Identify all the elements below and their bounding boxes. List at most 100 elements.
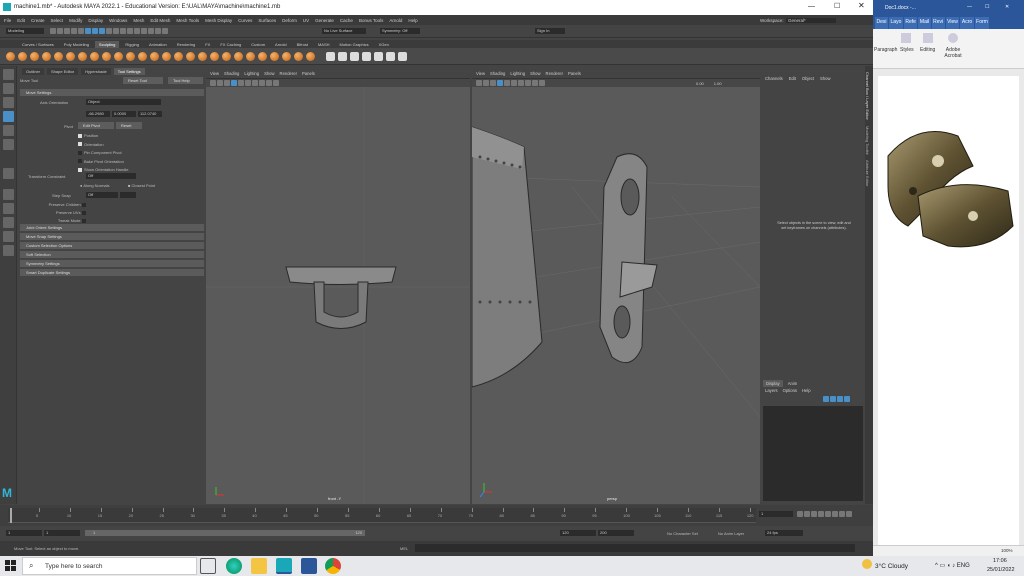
shelf-tab-xgen[interactable]: XGen [375,41,393,48]
closest-point-radio[interactable]: ■ Closest Point [128,183,155,188]
lattice-icon[interactable] [337,51,347,61]
current-frame-field[interactable]: 1 [759,511,793,517]
shadows2-icon[interactable] [518,80,524,86]
snap-curve-icon[interactable] [113,28,119,34]
go-start-icon[interactable] [797,511,803,517]
shadows-icon[interactable] [252,80,258,86]
menu-surfaces[interactable]: Surfaces [258,18,276,23]
shelf-tab-custom[interactable]: Custom [247,41,269,48]
joint-orient-settings-section[interactable]: Joint Orient Settings [20,224,204,231]
ao-icon[interactable] [259,80,265,86]
shelf-tab-poly-modeling[interactable]: Poly Modeling [60,41,93,48]
repeat-brush-icon[interactable] [101,51,111,61]
tool-help-button[interactable]: Tool Help [168,77,203,84]
word-tab-acrobat[interactable]: Acro [960,17,974,29]
smart-duplicate-settings-section[interactable]: Smart Duplicate Settings [20,269,204,276]
move-tool-icon[interactable] [3,111,14,122]
vp2-menu-renderer[interactable]: Renderer [546,71,563,76]
vp-menu-lighting[interactable]: Lighting [244,71,259,76]
mode-select[interactable]: Modeling [6,28,44,34]
word-tab-review[interactable]: Revi [931,17,945,29]
layout-two-icon[interactable] [3,217,14,228]
shelf-tab-sculpting[interactable]: Sculpting [94,40,120,48]
shelf-tab-curves-surfaces[interactable]: Curves / Surfaces [18,41,58,48]
menu-generate[interactable]: Generate [315,18,334,23]
fps-select[interactable]: 24 fps [765,530,803,536]
next-key-icon[interactable] [832,511,838,517]
layer-menu-layers[interactable]: Layers [765,388,778,393]
range-bar[interactable]: 1 120 [85,530,365,536]
menu-deform[interactable]: Deform [282,18,297,23]
select-object-icon[interactable] [92,28,98,34]
playback-start-field[interactable]: 1 [44,530,80,536]
menu-create[interactable]: Create [31,18,45,23]
word-minimize-icon[interactable]: — [967,4,972,10]
clock-date[interactable]: 25/01/2022 [987,567,1015,573]
tab-shape-editor[interactable]: Shape Editor [47,68,79,75]
bake-pivot-orientation-checkbox[interactable]: Bake Pivot Orientation [78,158,128,167]
menu-bonus-tools[interactable]: Bonus Tools [359,18,383,23]
styles-icon[interactable] [901,33,911,43]
close-icon[interactable]: ✕ [858,1,865,10]
coord-x-field[interactable]: -66.2980 [86,111,110,117]
paint-select-icon[interactable] [3,97,14,108]
select-tool-icon[interactable] [3,69,14,80]
word-tab-design[interactable]: Desi [875,17,889,29]
cb-menu-edit[interactable]: Edit [789,76,796,81]
tray-icons[interactable]: ^ ▭ ◖ ♪ ENG [935,562,970,569]
shelf-tab-fx[interactable]: FX [201,41,214,48]
shelf-tab-bifrost[interactable]: Bifrost [293,41,312,48]
tab-anim-layers[interactable]: Anim [785,380,801,387]
shelf-tab-rendering[interactable]: Rendering [173,41,199,48]
camera-icon[interactable] [210,80,216,86]
menu-cache[interactable]: Cache [340,18,353,23]
rotate-tool-icon[interactable] [3,125,14,136]
vp2-menu-lighting[interactable]: Lighting [510,71,525,76]
vp2-menu-shading[interactable]: Shading [490,71,505,76]
smooth-brush-icon[interactable] [17,51,27,61]
adobe-acrobat-group[interactable]: Adobe Acrobat [941,47,965,59]
ao2-icon[interactable] [525,80,531,86]
menu-mesh-tools[interactable]: Mesh Tools [176,18,199,23]
playback-end-field[interactable]: 120 [560,530,596,536]
axis-orientation-select[interactable]: Object [86,99,161,105]
word-taskbar-icon[interactable] [301,558,317,574]
coord-z-field[interactable]: 112.0740 [138,111,162,117]
grab-brush-icon[interactable] [41,51,51,61]
move-snap-settings-section[interactable]: Move Snap Settings [20,233,204,240]
transform-constraint-select[interactable]: Off [86,173,136,179]
tab-hypershade[interactable]: Hypershade [81,68,111,75]
layer-list[interactable] [763,406,863,501]
wireframe2-icon[interactable] [490,80,496,86]
anim-layer-select[interactable]: No Anim Layer [718,531,744,536]
word-tab-view[interactable]: View [945,17,960,29]
step-back-icon[interactable] [804,511,810,517]
shrinkwrap-icon[interactable] [385,51,395,61]
menu-select[interactable]: Select [51,18,64,23]
sculpt-brush-icon[interactable] [5,51,15,61]
noise-brush-icon[interactable] [305,51,315,61]
grid-icon[interactable] [217,80,223,86]
play-back-icon[interactable] [818,511,824,517]
live-surface-field[interactable]: No Live Surface [322,28,366,34]
snap-view-icon[interactable] [127,28,133,34]
new-layer-selected-icon[interactable] [844,396,850,402]
vp-menu-panels[interactable]: Panels [302,71,315,76]
select-component-icon[interactable] [99,28,105,34]
step-snap-value-field[interactable] [120,192,136,198]
smooth-shade-icon[interactable] [231,80,237,86]
imprint-brush-icon[interactable] [113,51,123,61]
shelf-tab-animation[interactable]: Animation [145,41,171,48]
step-forward-icon[interactable] [839,511,845,517]
fill-brush-icon[interactable] [149,51,159,61]
vp2-menu-show[interactable]: Show [530,71,540,76]
isolate-icon[interactable] [266,80,272,86]
wax-erase-brush-icon[interactable] [221,51,231,61]
relax-brush-icon[interactable] [29,51,39,61]
render-settings-icon[interactable] [162,28,168,34]
retopo-icon[interactable] [397,51,407,61]
pin-component-pivot-checkbox[interactable]: Pin Component Pivot [78,149,128,158]
menu-uv[interactable]: UV [303,18,309,23]
grid2-icon[interactable] [483,80,489,86]
character-set-select[interactable]: No Character Set [667,531,698,536]
